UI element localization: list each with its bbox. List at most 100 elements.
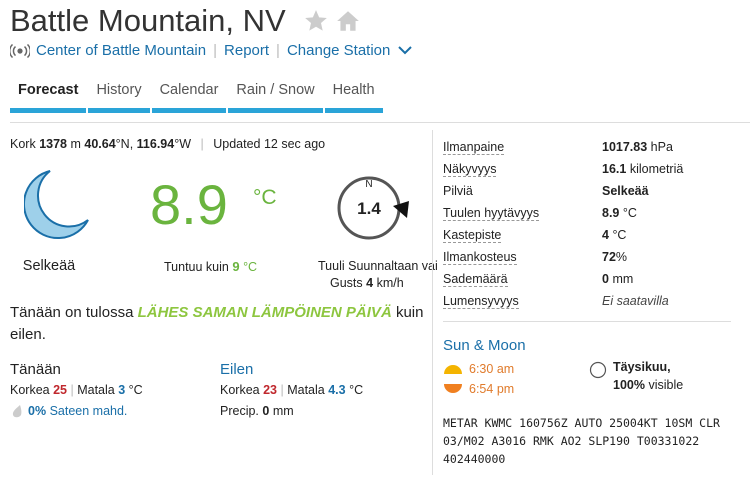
moon-phase: Täysikuu, 100% visible (613, 360, 683, 392)
condition-row: Tuulen hyytävyys 8.9 °C (443, 202, 733, 224)
feels-like-value: 9 (232, 259, 240, 274)
summary-text: Tänään on tulossa (10, 304, 134, 321)
home-icon[interactable] (335, 8, 361, 34)
yesterday-heading: Eilen (220, 361, 254, 378)
condition-row: Ilmankosteus 72% (443, 246, 733, 268)
condition-value: 0 (602, 272, 609, 286)
today-precip: 0% Sateen mahd. (10, 404, 127, 418)
low-value: 3 (118, 383, 126, 397)
condition-value: 4 (602, 228, 609, 242)
high-label: Korkea (10, 383, 50, 397)
temperature-unit: °C (128, 383, 143, 397)
tab-calendar[interactable]: Calendar (151, 80, 227, 113)
condition-label: Pilviä (443, 184, 473, 198)
condition-unit: mm (612, 272, 634, 286)
moon-icon (24, 170, 89, 239)
change-station-label: Change Station (286, 42, 391, 59)
divider (443, 321, 731, 322)
precip-chance-value: 0% (28, 404, 47, 418)
sunrise: 6:30 am (443, 362, 514, 376)
precip-unit: mm (272, 404, 294, 418)
tab-health[interactable]: Health (324, 80, 383, 113)
condition-row: Ilmanpaine 1017.83 hPa (443, 136, 733, 158)
conditions-table: Ilmanpaine 1017.83 hPa Näkyvyys 16.1 kil… (443, 136, 733, 312)
latitude-value: 40.64 (84, 137, 116, 151)
temperature-unit: °C (349, 383, 364, 397)
moon-visible-label: visible (648, 378, 684, 392)
feels-like-label: Tuntuu kuin (164, 260, 229, 274)
latitude-dir: °N, (115, 137, 134, 151)
condition-value: 16.1 (602, 162, 627, 176)
elevation-unit: m (70, 137, 81, 151)
station-links: Center of Battle Mountain | Report | Cha… (10, 42, 412, 59)
chevron-down-icon (397, 46, 412, 55)
low-label: Matala (287, 383, 325, 397)
gusts-unit: km/h (376, 276, 404, 290)
divider (10, 122, 750, 123)
sunset-ampm: pm (496, 382, 515, 396)
condition-unit: hPa (650, 140, 673, 154)
summary-highlight: LÄHES SAMAN LÄMPÖINEN PÄIVÄ (137, 304, 392, 321)
condition-unit: °C (622, 206, 637, 220)
sunrise-ampm: am (496, 362, 515, 376)
sun-moon-heading: Sun & Moon (443, 337, 526, 354)
high-label: Korkea (220, 383, 260, 397)
precip-label: Precip. (220, 404, 259, 418)
full-moon-icon (589, 361, 607, 379)
condition-row: Lumensyvyys Ei saatavilla (443, 290, 733, 312)
condition-label: Tuulen hyytävyys (443, 206, 540, 221)
condition-label: Ilmanpaine (443, 140, 505, 155)
moon-visible-value: 100% (613, 378, 645, 392)
sunset-time: 6:54 (469, 382, 494, 396)
divider: | (276, 42, 280, 59)
yesterday-high-low: Korkea 23 | Matala 4.3 °C (220, 383, 364, 397)
station-meta: Kork 1378 m 40.64°N, 116.94°W | Updated … (10, 137, 325, 151)
condition-row: Pilviä Selkeää (443, 180, 733, 202)
report-link[interactable]: Report (224, 42, 269, 59)
condition-unit: kilometriä (629, 162, 684, 176)
gusts: Gusts 4 km/h (330, 276, 404, 290)
elevation-label: Kork (10, 137, 36, 151)
wind-label: Tuuli Suunnaltaan vai (318, 259, 438, 273)
divider: | (200, 137, 204, 151)
precip-chance-label: Sateen mahd. (49, 404, 128, 418)
today-heading: Tänään (10, 361, 61, 378)
high-value: 23 (263, 383, 277, 397)
updated-value: 12 sec ago (263, 137, 326, 151)
condition-unit: °C (612, 228, 627, 242)
condition-label: Kastepiste (443, 228, 502, 243)
feels-like: Tuntuu kuin 9 °C (164, 259, 257, 274)
column-divider (432, 130, 433, 475)
longitude-value: 116.94 (136, 137, 175, 151)
center-link[interactable]: Center of Battle Mountain (36, 42, 206, 59)
condition-value: 72 (602, 250, 616, 264)
broadcast-icon (10, 43, 30, 58)
tab-forecast[interactable]: Forecast (10, 80, 87, 113)
condition-value: 8.9 (602, 206, 620, 220)
moon-phase-name: Täysikuu, (613, 360, 671, 374)
today-high-low: Korkea 25 | Matala 3 °C (10, 383, 143, 397)
condition-row: Kastepiste 4 °C (443, 224, 733, 246)
condition-label: Sademäärä (443, 272, 508, 287)
tab-history[interactable]: History (88, 80, 150, 113)
change-station-link[interactable]: Change Station (287, 42, 412, 59)
sunset: 6:54 pm (443, 382, 514, 396)
sunset-icon (444, 384, 462, 393)
metar-text: METAR KWMC 160756Z AUTO 25004KT 10SM CLR… (443, 416, 720, 466)
gusts-value: 4 (366, 276, 374, 290)
gusts-label: Gusts (330, 276, 363, 290)
condition-row: Sademäärä 0 mm (443, 268, 733, 290)
precip-value: 0 (262, 404, 270, 418)
forecast-summary: Tänään on tulossa LÄHES SAMAN LÄMPÖINEN … (10, 302, 430, 346)
divider: | (213, 42, 218, 59)
condition-unit: % (615, 250, 628, 264)
tab-rain-snow[interactable]: Rain / Snow (228, 80, 323, 113)
wind-speed: 1.4 (357, 199, 381, 218)
condition-label: Lumensyvyys (443, 294, 519, 309)
low-label: Matala (77, 383, 115, 397)
yesterday-precip: Precip. 0 mm (220, 404, 294, 418)
elevation-value: 1378 (39, 137, 67, 151)
condition-value: Selkeää (602, 184, 649, 198)
favorite-star-icon[interactable] (303, 8, 329, 34)
condition-row: Näkyvyys 16.1 kilometriä (443, 158, 733, 180)
